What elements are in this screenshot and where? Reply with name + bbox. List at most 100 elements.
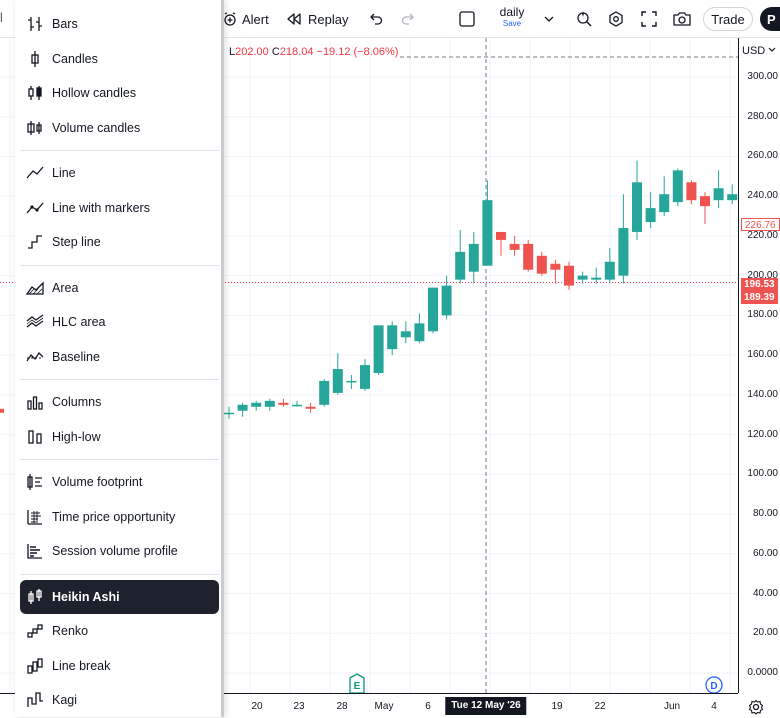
menu-item-label: Renko [52, 624, 89, 638]
price-tick-label: 60.00 [752, 547, 778, 559]
menu-item-label: Candles [52, 51, 98, 66]
candle [727, 184, 738, 205]
search-spark-icon [577, 11, 592, 27]
candle-body [441, 285, 452, 316]
candle-body [251, 402, 262, 407]
price-tick-label: 160.00 [747, 349, 778, 361]
high-low-icon [24, 427, 46, 447]
candle-body [632, 182, 642, 232]
interval-dropdown-button[interactable] [544, 6, 554, 32]
menu-item-kagi[interactable]: Kagi [20, 683, 219, 717]
redo-icon [401, 13, 414, 25]
chart-type-menu: Bars Candles Hollow candles Volume candles L… [15, 0, 223, 717]
menu-item-label: Line break [52, 658, 111, 673]
menu-item-candles[interactable]: Candles [20, 42, 219, 76]
line-break-icon [24, 656, 46, 676]
hexagon-gear-icon [609, 11, 623, 27]
price-axis[interactable]: 300.00 280.00 260.00 240.00 220.00 200.00 180.… [738, 38, 780, 693]
trade-button[interactable]: Trade [703, 7, 753, 31]
volume-candles-icon [24, 118, 46, 138]
interval-save-label[interactable]: Save [492, 19, 532, 29]
menu-item-hollow-candles[interactable]: Hollow candles [20, 76, 219, 110]
candle-body [686, 182, 697, 201]
menu-item-high-low[interactable]: High-low [20, 420, 219, 454]
earnings-marker-label: E [354, 681, 361, 692]
menu-separator [20, 573, 219, 575]
candle [332, 353, 343, 395]
menu-item-label: High-low [52, 429, 101, 444]
candle-body [536, 255, 547, 274]
menu-item-label: Area [52, 280, 79, 295]
time-tick-label: 20 [251, 701, 263, 712]
candle [632, 160, 642, 240]
baseline-icon [24, 347, 46, 367]
menu-item-session-volume-profile[interactable]: Session volume profile [20, 534, 219, 568]
volume-footprint-icon [24, 472, 46, 492]
settings-button[interactable] [607, 6, 625, 32]
menu-item-area[interactable]: Area [20, 271, 219, 305]
menu-item-time-price-opportunity[interactable]: Time price opportunity [20, 500, 219, 534]
candle [400, 321, 411, 344]
candle-body [387, 325, 398, 350]
ohlc-legend: L202.00 C218.04 −19.12 (−8.06%) [229, 46, 398, 58]
layout-button[interactable] [458, 6, 476, 32]
time-tick-label: 6 [425, 701, 431, 712]
menu-separator [20, 150, 219, 151]
chevron-down-icon [768, 47, 776, 52]
time-tick-label: 28 [336, 701, 348, 712]
price-tick-label: 140.00 [747, 388, 778, 400]
replay-button[interactable]: Replay [286, 6, 348, 32]
undo-button[interactable] [368, 6, 384, 32]
menu-scrollbar[interactable] [221, 0, 224, 717]
alert-button[interactable]: Alert [222, 6, 269, 32]
menu-item-heikin-ashi[interactable]: Heikin Ashi [20, 579, 219, 614]
publish-button[interactable]: P [760, 7, 780, 31]
interval-selector[interactable]: daily Save [492, 5, 532, 29]
candle-body [346, 380, 357, 383]
toolbar-stub: | [0, 12, 3, 23]
earnings-marker[interactable]: E [349, 673, 365, 694]
menu-item-bars[interactable]: Bars [20, 7, 219, 41]
menu-item-line[interactable]: Line [20, 156, 219, 190]
gear-icon[interactable] [748, 699, 764, 715]
price-tick-label: 300.00 [747, 71, 778, 82]
dividend-marker[interactable]: D [705, 676, 723, 694]
candle [550, 259, 561, 284]
candle [509, 235, 520, 256]
menu-item-volume-footprint[interactable]: Volume footprint [20, 465, 219, 499]
candle-body [468, 243, 479, 272]
candle-body [428, 287, 438, 332]
snapshot-button[interactable] [672, 6, 692, 32]
quick-search-button[interactable] [575, 6, 593, 32]
menu-item-baseline[interactable]: Baseline [20, 340, 219, 374]
menu-item-renko[interactable]: Renko [20, 614, 219, 648]
candle-body [509, 243, 520, 250]
menu-item-label: Step line [52, 235, 101, 249]
fullscreen-icon [641, 11, 657, 27]
price-tick-label: 240.00 [747, 190, 778, 202]
fullscreen-button[interactable] [640, 6, 658, 32]
candle [577, 271, 588, 284]
menu-item-columns[interactable]: Columns [20, 385, 219, 419]
alert-label: Alert [242, 11, 269, 27]
redo-button[interactable] [400, 6, 416, 32]
menu-item-line-break[interactable]: Line break [20, 649, 219, 683]
candle-body [659, 194, 670, 213]
currency-selector[interactable]: USD [742, 45, 765, 57]
candle-body [400, 331, 411, 338]
menu-item-label: Line with markers [52, 200, 150, 215]
candle-body [591, 277, 602, 280]
menu-item-label: Bars [52, 17, 78, 31]
price-tick-label: 100.00 [747, 468, 778, 480]
candle-body [577, 275, 588, 280]
time-tick-label: May [374, 701, 394, 712]
candle [672, 168, 683, 207]
price-tick-label: 40.00 [752, 587, 778, 599]
menu-item-step-line[interactable]: Step line [20, 225, 219, 259]
menu-item-line-with-markers[interactable]: Line with markers [20, 191, 219, 225]
menu-item-hlc-area[interactable]: HLC area [20, 305, 219, 339]
candle-body [618, 227, 629, 276]
candles-icon [24, 49, 46, 69]
menu-item-volume-candles[interactable]: Volume candles [20, 111, 219, 145]
line-markers-icon [24, 198, 46, 218]
